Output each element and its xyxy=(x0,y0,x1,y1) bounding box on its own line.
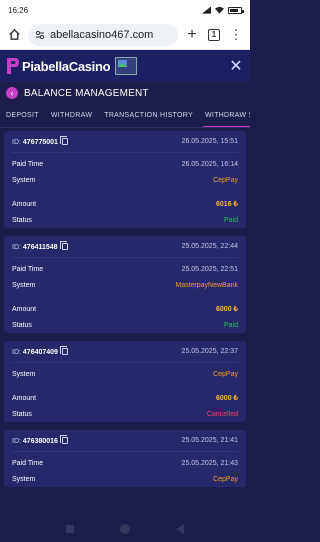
amount-row: Amount 6000 ₺ xyxy=(12,305,238,314)
status-row: Status Cancelled xyxy=(12,410,238,418)
copy-icon[interactable] xyxy=(59,434,68,444)
url-text: abellacasino467.com xyxy=(50,28,154,41)
card-header: ID: 476411548 25.05.2025, 22:44 xyxy=(12,236,238,258)
transaction-card: ID: 476407409 25.05.2025, 22:37 System Ce… xyxy=(4,341,246,422)
system-row: System CepPay xyxy=(12,176,238,184)
amount-row: Amount 6016 ₺ xyxy=(12,200,238,209)
page-title-bar: ‹ BALANCE MANAGEMENT xyxy=(0,82,250,104)
transaction-card: ID: 476411548 25.05.2025, 22:44 Paid Tim… xyxy=(4,236,246,333)
browser-toolbar: abellacasino467.com + 1 ⋮ xyxy=(0,20,250,50)
transaction-card: ID: 476775001 26.05.2025, 15:51 Paid Tim… xyxy=(4,131,246,228)
paid-time-row: Paid Time 25.05.2025, 21:43 xyxy=(12,459,238,467)
close-icon: ✕ xyxy=(229,58,243,75)
back-nav-button[interactable] xyxy=(176,524,184,534)
paid-time-row: Paid Time 26.05.2025, 16:14 xyxy=(12,160,238,168)
recents-button[interactable] xyxy=(66,525,74,533)
close-button[interactable]: ✕ xyxy=(228,56,244,76)
created-date: 25.05.2025, 21:41 xyxy=(181,437,238,444)
signal-icon xyxy=(202,6,211,14)
home-button[interactable] xyxy=(6,27,22,43)
transaction-id: ID: 476411548 xyxy=(12,240,68,251)
system-row: System CepPay xyxy=(12,370,238,378)
browser-menu-button[interactable]: ⋮ xyxy=(228,27,244,43)
created-date: 25.05.2025, 22:37 xyxy=(181,348,238,355)
status-badge: Paid xyxy=(223,216,238,224)
page-title: BALANCE MANAGEMENT xyxy=(24,87,149,99)
broken-image-icon xyxy=(115,57,138,75)
chevron-left-icon: ‹ xyxy=(10,87,14,98)
site-settings-icon xyxy=(35,30,45,39)
logo-icon[interactable] xyxy=(6,56,20,76)
status-row: Status Paid xyxy=(12,216,238,224)
tab-deposit[interactable]: DEPOSIT xyxy=(0,104,45,127)
card-header: ID: 476380016 25.05.2025, 21:41 xyxy=(12,430,238,452)
android-nav-bar xyxy=(0,516,250,542)
status-row: Status Paid xyxy=(12,321,238,329)
status-badge: Cancelled xyxy=(206,410,238,418)
battery-icon xyxy=(228,6,244,14)
transaction-card: ID: 476380016 25.05.2025, 21:41 Paid Tim… xyxy=(4,430,246,487)
system-row: System MasterpayNewBank xyxy=(12,281,238,289)
app-header: PiabellaCasino ✕ xyxy=(0,50,250,82)
tab-bar: DEPOSIT WITHDRAW TRANSACTION HISTORY WIT… xyxy=(0,104,250,128)
tab-transaction-history[interactable]: TRANSACTION HISTORY xyxy=(98,104,199,127)
more-vert-icon: ⋮ xyxy=(229,26,243,42)
copy-icon[interactable] xyxy=(59,240,68,250)
new-tab-button[interactable]: + xyxy=(184,25,200,43)
paid-time-row: Paid Time 25.05.2025, 22:51 xyxy=(12,265,238,273)
status-time: 16:26 xyxy=(8,5,29,15)
withdraw-status-list: ID: 476775001 26.05.2025, 15:51 Paid Tim… xyxy=(0,128,250,487)
transaction-id: ID: 476407409 xyxy=(12,345,68,356)
transaction-id: ID: 476380016 xyxy=(12,434,68,445)
plus-icon: + xyxy=(187,25,197,43)
home-nav-button[interactable] xyxy=(120,524,130,534)
tab-switcher-button[interactable]: 1 xyxy=(206,27,222,43)
home-icon xyxy=(8,28,20,40)
amount-row: Amount 6000 ₺ xyxy=(12,394,238,403)
copy-icon[interactable] xyxy=(59,135,68,145)
tab-withdraw-status[interactable]: WITHDRAW STA xyxy=(199,104,250,127)
status-badge: Paid xyxy=(223,321,238,329)
tab-withdraw[interactable]: WITHDRAW xyxy=(45,104,98,127)
card-header: ID: 476775001 26.05.2025, 15:51 xyxy=(12,131,238,153)
card-header: ID: 476407409 25.05.2025, 22:37 xyxy=(12,341,238,363)
system-row: System CepPay xyxy=(12,475,238,483)
status-bar: 16:26 xyxy=(0,0,250,20)
wifi-icon xyxy=(215,6,224,14)
copy-icon[interactable] xyxy=(59,345,68,355)
created-date: 26.05.2025, 15:51 xyxy=(181,138,238,145)
tab-count: 1 xyxy=(208,28,220,41)
transaction-id: ID: 476775001 xyxy=(12,135,68,146)
created-date: 25.05.2025, 22:44 xyxy=(181,243,238,250)
logo-text[interactable]: PiabellaCasino xyxy=(22,59,111,74)
back-button[interactable]: ‹ xyxy=(6,87,18,99)
url-bar[interactable]: abellacasino467.com xyxy=(28,23,178,46)
status-icons xyxy=(202,6,244,14)
